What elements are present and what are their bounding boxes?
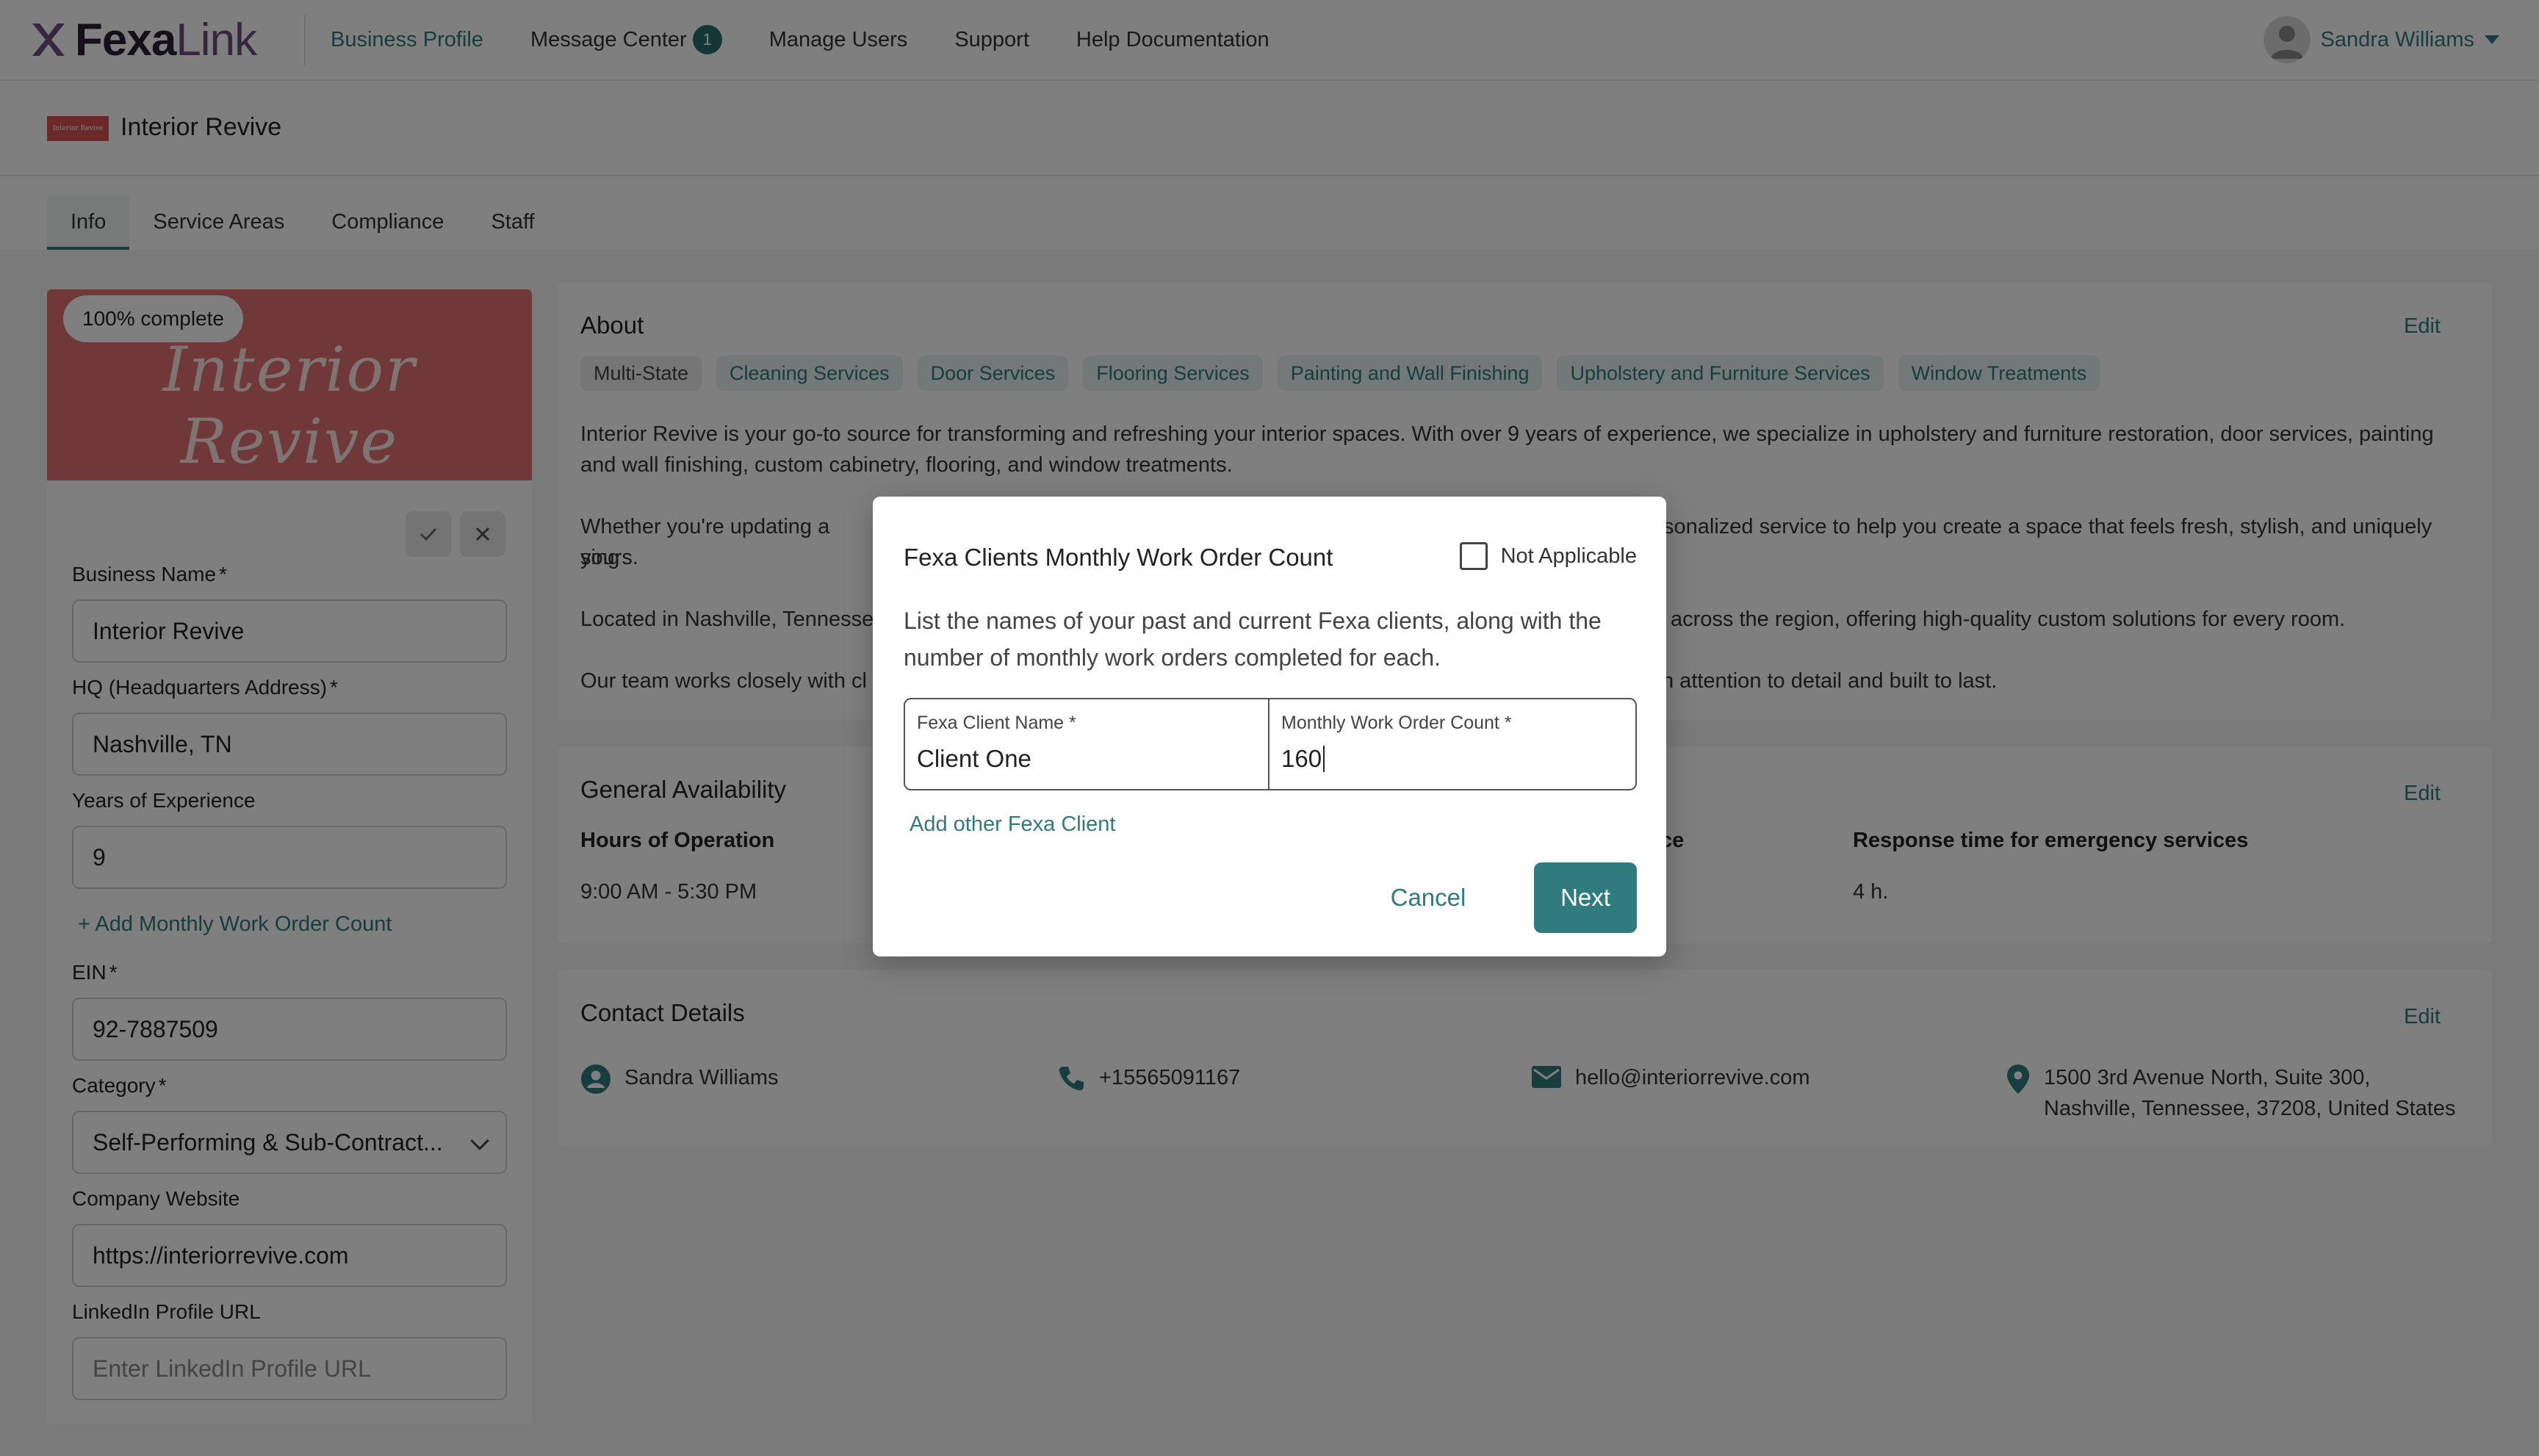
not-applicable-checkbox[interactable] (1459, 542, 1488, 570)
app-root: FexaLink Business Profile Message Center… (0, 0, 2539, 1456)
not-applicable-label: Not Applicable (1500, 544, 1637, 568)
text-cursor (1323, 746, 1325, 772)
next-button[interactable]: Next (1534, 862, 1637, 933)
client-name-label: Fexa Client Name * (917, 713, 1076, 733)
client-entry-row: Fexa Client Name * Client One Monthly Wo… (904, 698, 1637, 790)
work-order-count-label: Monthly Work Order Count * (1281, 713, 1512, 733)
client-name-field[interactable]: Fexa Client Name * Client One (905, 699, 1270, 789)
work-order-count-field[interactable]: Monthly Work Order Count * 160 (1270, 699, 1635, 789)
not-applicable-option[interactable]: Not Applicable (1459, 542, 1637, 570)
add-other-client-link[interactable]: Add other Fexa Client (910, 812, 1115, 837)
work-order-count-modal: Fexa Clients Monthly Work Order Count No… (873, 497, 1666, 956)
work-order-count-value: 160 (1281, 745, 1322, 772)
modal-title: Fexa Clients Monthly Work Order Count (904, 544, 1333, 571)
modal-description: List the names of your past and current … (904, 608, 1602, 671)
client-name-value: Client One (917, 745, 1031, 772)
work-order-count-input[interactable]: 160 (1281, 745, 1325, 773)
cancel-button[interactable]: Cancel (1378, 862, 1478, 933)
